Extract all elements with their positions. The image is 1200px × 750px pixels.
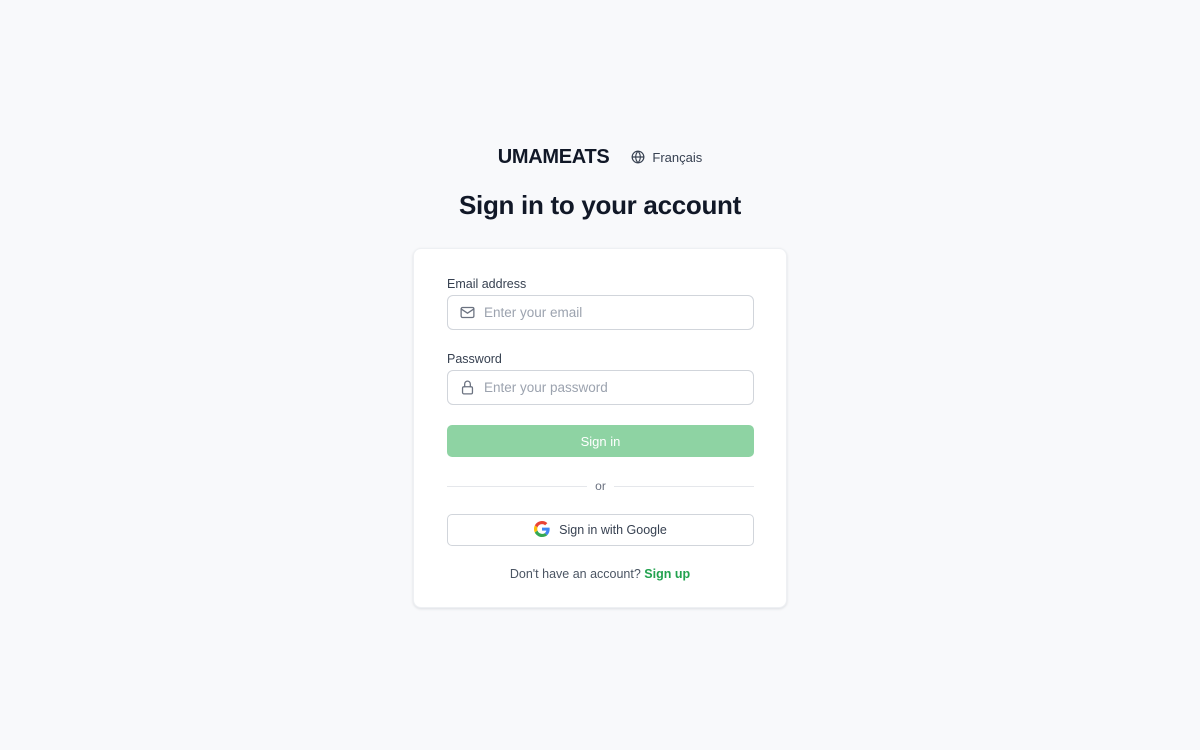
- signin-page: UMAMEATS Français Sign in to your accoun…: [0, 0, 1200, 750]
- google-icon: [534, 520, 550, 540]
- language-switcher[interactable]: Français: [631, 150, 702, 165]
- lock-icon: [458, 379, 476, 397]
- signup-prompt: Don't have an account? Sign up: [414, 567, 786, 581]
- brand-logo[interactable]: UMAMEATS: [498, 146, 610, 169]
- divider-line-right: [613, 485, 755, 487]
- email-input[interactable]: [484, 296, 744, 329]
- divider-text: or: [595, 479, 606, 493]
- language-label: Français: [652, 149, 703, 165]
- signin-card: Email address Password Sign in: [413, 248, 787, 608]
- globe-icon: [631, 150, 645, 164]
- google-button-label: Sign in with Google: [559, 523, 667, 537]
- topbar: UMAMEATS Français: [0, 143, 1200, 171]
- signup-prompt-text: Don't have an account?: [509, 567, 641, 581]
- password-input[interactable]: [484, 371, 744, 404]
- or-divider: or: [447, 478, 755, 494]
- mail-icon: [458, 304, 476, 322]
- email-field[interactable]: [447, 295, 754, 330]
- email-label: Email address: [447, 277, 527, 291]
- password-label: Password: [447, 352, 502, 366]
- divider-line-left: [447, 485, 588, 487]
- password-field[interactable]: [447, 370, 754, 405]
- signup-link[interactable]: Sign up: [644, 567, 690, 581]
- page-title: Sign in to your account: [459, 190, 741, 220]
- signin-button[interactable]: Sign in: [447, 425, 754, 457]
- google-signin-button[interactable]: Sign in with Google: [447, 514, 754, 546]
